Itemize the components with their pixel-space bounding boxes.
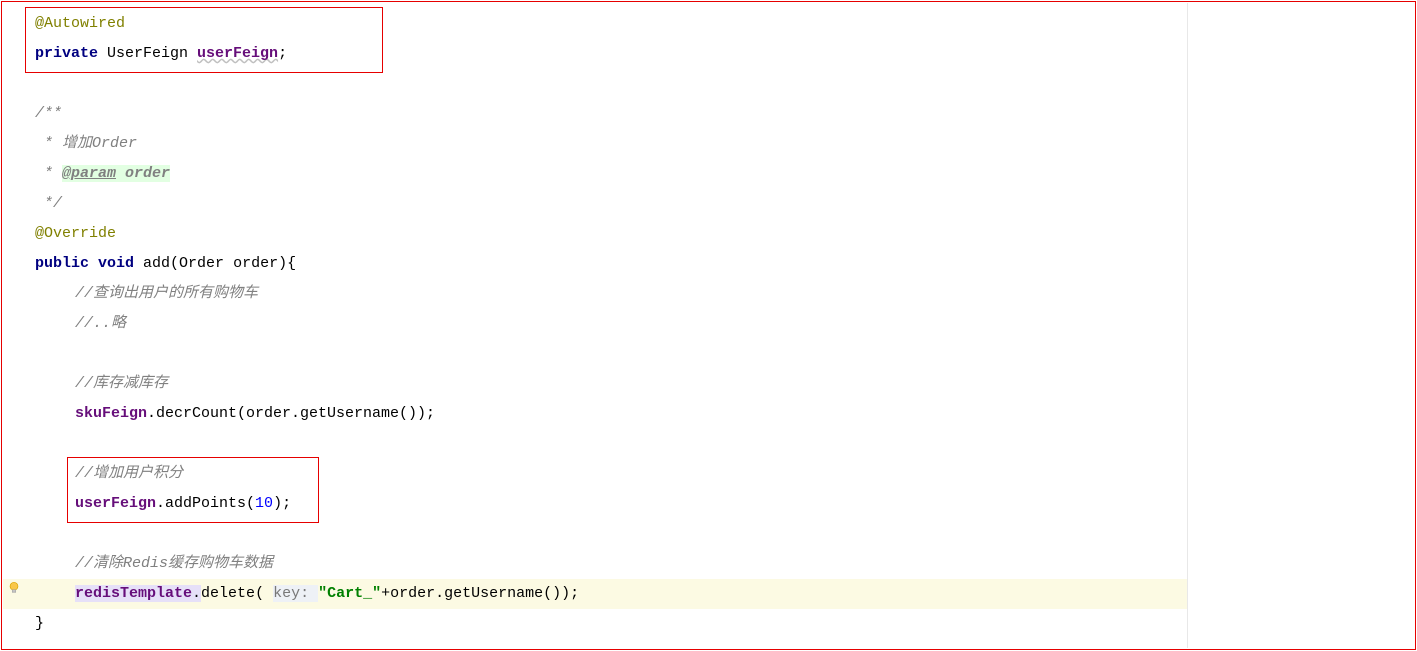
comment-omitted: //..略 [75, 315, 126, 332]
call-decrcount: .decrCount(order.getUsername()); [147, 405, 435, 422]
code-line[interactable]: //查询出用户的所有购物车 [3, 279, 1187, 309]
space [89, 255, 98, 272]
intention-bulb-icon[interactable] [7, 581, 21, 595]
doc-comment-line[interactable]: * 增加Order [3, 129, 1187, 159]
field-skufeign: skuFeign [75, 405, 147, 422]
string-cart: "Cart_" [318, 585, 381, 602]
comment-redis: //清除Redis缓存购物车数据 [75, 555, 273, 572]
blank-line[interactable] [3, 429, 1187, 459]
code-line[interactable]: //清除Redis缓存购物车数据 [3, 549, 1187, 579]
code-line-caret[interactable]: redisTemplate.delete( key: "Cart_"+order… [3, 579, 1187, 609]
code-line[interactable]: private UserFeign userFeign; [3, 39, 1187, 69]
call-addpoints: .addPoints( [156, 495, 255, 512]
annotation-autowired: @Autowired [35, 15, 125, 32]
code-line[interactable]: //增加用户积分 [3, 459, 1187, 489]
param-hint-key: key: [273, 585, 318, 602]
code-line[interactable]: public void add(Order order){ [3, 249, 1187, 279]
semicolon: ; [278, 45, 287, 62]
method-signature: add(Order order){ [134, 255, 296, 272]
type-userfeign: UserFeign [98, 45, 197, 62]
code-line[interactable]: @Override [3, 219, 1187, 249]
field-redistemplate: redisTemplate [75, 585, 192, 602]
comment-query-cart: //查询出用户的所有购物车 [75, 285, 258, 302]
code-line[interactable]: } [3, 609, 1187, 639]
doc-comment-line[interactable]: */ [3, 189, 1187, 219]
call-end: ); [273, 495, 291, 512]
doc-star: * [35, 165, 62, 182]
comment-stock: //库存减库存 [75, 375, 168, 392]
paren-open: ( [255, 585, 273, 602]
code-editor[interactable]: @Autowired private UserFeign userFeign; … [3, 3, 1188, 648]
doc-param-name: order [125, 165, 170, 182]
doc-comment-line[interactable]: /** [3, 99, 1187, 129]
doc-comment-line[interactable]: * @param order [3, 159, 1187, 189]
keyword-private: private [35, 45, 98, 62]
number-10: 10 [255, 495, 273, 512]
doc-text: * 增加Order [35, 135, 137, 152]
annotation-override: @Override [35, 225, 116, 242]
code-line[interactable]: @Autowired [3, 9, 1187, 39]
code-line[interactable]: skuFeign.decrCount(order.getUsername()); [3, 399, 1187, 429]
keyword-void: void [98, 255, 134, 272]
call-rest: +order.getUsername()); [381, 585, 579, 602]
field-userfeign-call: userFeign [75, 495, 156, 512]
field-userfeign: userFeign [197, 45, 278, 62]
doc-space [116, 165, 125, 182]
doc-close: */ [35, 195, 62, 212]
doc-tag-param: @param [62, 165, 116, 182]
code-line[interactable]: //..略 [3, 309, 1187, 339]
method-delete: delete [201, 585, 255, 602]
code-line[interactable]: userFeign.addPoints(10); [3, 489, 1187, 519]
brace-close: } [35, 615, 44, 632]
code-line[interactable]: //库存减库存 [3, 369, 1187, 399]
dot: . [192, 585, 201, 602]
doc-open: /** [35, 105, 62, 122]
blank-line[interactable] [3, 339, 1187, 369]
keyword-public: public [35, 255, 89, 272]
comment-points: //增加用户积分 [75, 465, 183, 482]
blank-line[interactable] [3, 69, 1187, 99]
blank-line[interactable] [3, 519, 1187, 549]
